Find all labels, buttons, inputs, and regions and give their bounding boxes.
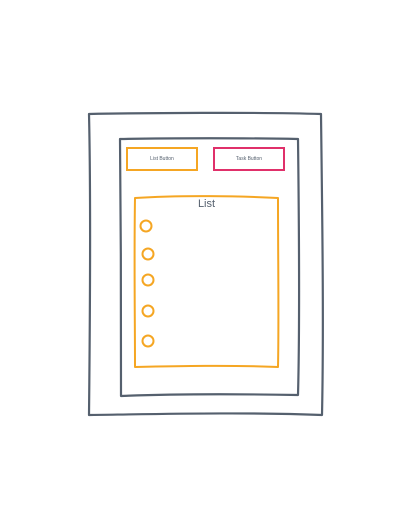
list-panel-outline	[133, 195, 280, 368]
list-item-bullet[interactable]	[139, 219, 153, 233]
list-title: List	[197, 198, 216, 210]
list-button[interactable]: List Button	[127, 148, 197, 170]
list-item-bullet[interactable]	[141, 273, 155, 287]
wireframe-canvas	[87, 111, 324, 417]
list-item-bullet[interactable]	[141, 247, 155, 261]
task-button[interactable]: Task Button	[214, 148, 284, 170]
device-screen-frame	[118, 137, 301, 398]
device-outer-frame	[87, 111, 324, 417]
list-item-bullet[interactable]	[141, 334, 155, 348]
list-item-bullet[interactable]	[141, 304, 155, 318]
